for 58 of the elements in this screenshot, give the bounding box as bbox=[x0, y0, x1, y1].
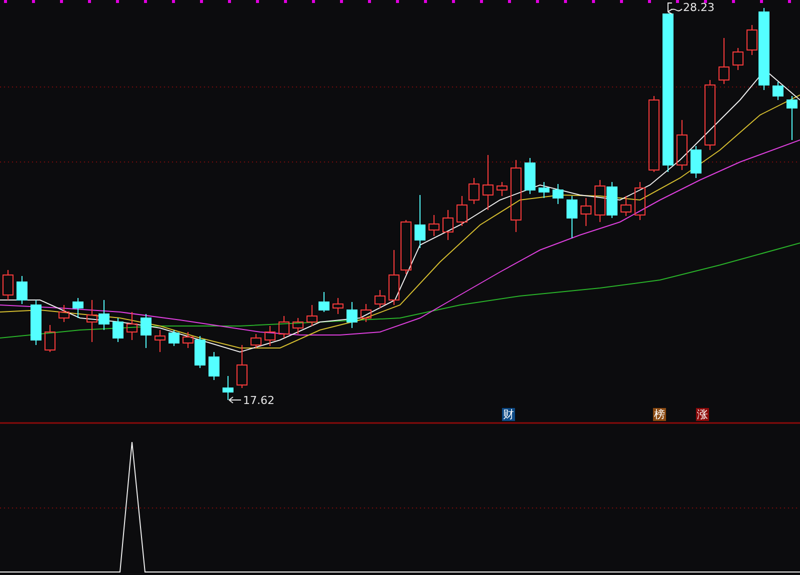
pointer-arrow-icon bbox=[228, 396, 242, 404]
candlestick bbox=[208, 352, 220, 380]
low-price-label: 17.62 bbox=[243, 394, 274, 407]
candlestick bbox=[250, 334, 262, 348]
candlestick bbox=[332, 298, 344, 314]
candlestick bbox=[44, 324, 56, 352]
candlestick bbox=[374, 290, 386, 308]
candlestick bbox=[388, 250, 400, 306]
candlestick bbox=[732, 48, 744, 70]
candlestick bbox=[58, 304, 70, 322]
candlestick bbox=[414, 194, 426, 248]
candlestick bbox=[786, 96, 798, 140]
high-price-label: 28.23 bbox=[683, 1, 714, 14]
candlestick bbox=[400, 220, 412, 274]
candlestick bbox=[690, 146, 702, 178]
candlestick bbox=[264, 326, 276, 346]
event-badge[interactable]: 榜 bbox=[653, 408, 666, 421]
candlestick bbox=[468, 178, 480, 204]
candlestick bbox=[552, 184, 564, 204]
candlestick bbox=[634, 182, 646, 220]
candlestick bbox=[16, 276, 28, 304]
event-badge[interactable]: 涨 bbox=[696, 408, 709, 421]
candlestick bbox=[524, 158, 536, 194]
candlestick bbox=[704, 80, 716, 150]
candlestick bbox=[126, 312, 138, 340]
candlestick bbox=[168, 330, 180, 346]
candlestick bbox=[428, 214, 440, 236]
candlestick bbox=[566, 196, 578, 238]
candlestick bbox=[442, 210, 454, 240]
candlestick bbox=[538, 182, 550, 198]
candlestick bbox=[236, 344, 248, 388]
candlestick bbox=[86, 300, 98, 342]
candlestick bbox=[772, 82, 784, 100]
candlestick bbox=[222, 376, 234, 400]
candlestick bbox=[306, 304, 318, 326]
candlestick bbox=[620, 196, 632, 216]
candlestick bbox=[594, 180, 606, 222]
candlestick bbox=[2, 270, 14, 300]
candlestick bbox=[718, 38, 730, 84]
event-badge[interactable]: 财 bbox=[502, 408, 515, 421]
candlestick bbox=[140, 314, 152, 348]
pointer-arrow-icon bbox=[668, 2, 682, 14]
candlestick bbox=[98, 300, 110, 330]
candlestick bbox=[346, 302, 358, 328]
candlestick bbox=[360, 304, 372, 322]
candlestick bbox=[278, 316, 290, 338]
candlestick bbox=[606, 182, 618, 218]
candlestick bbox=[482, 154, 494, 210]
candlestick bbox=[318, 292, 330, 312]
candlestick bbox=[496, 182, 508, 196]
candlestick bbox=[30, 300, 42, 346]
candlestick bbox=[676, 120, 688, 170]
candlestick bbox=[580, 198, 592, 226]
candlestick bbox=[456, 196, 468, 226]
candlestick bbox=[154, 330, 166, 352]
candlestick bbox=[112, 318, 124, 342]
candlestick bbox=[72, 298, 84, 318]
candlestick bbox=[292, 318, 304, 334]
